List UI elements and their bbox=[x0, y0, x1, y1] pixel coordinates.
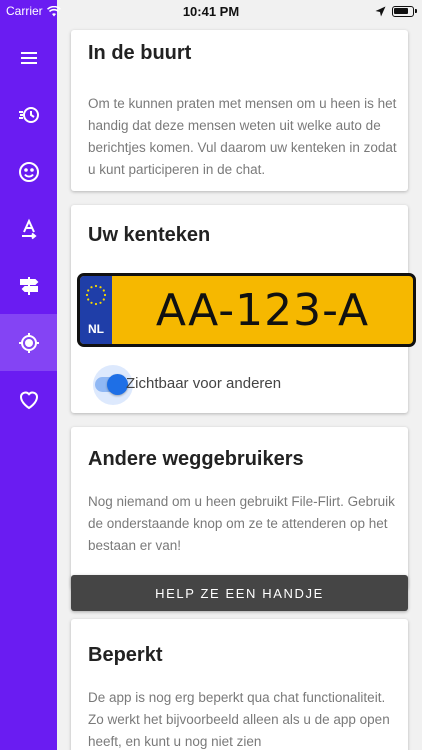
location-arrow-icon bbox=[375, 6, 386, 16]
sidebar bbox=[0, 0, 57, 750]
card-license-plate: Uw kenteken NL AA-123-A Zichtbaar voor a… bbox=[71, 205, 416, 413]
wifi-icon bbox=[46, 5, 61, 16]
sidebar-item-smiley[interactable] bbox=[0, 143, 57, 200]
main-content[interactable]: In de buurt Om te kunnen praten met mens… bbox=[57, 22, 422, 750]
status-right bbox=[375, 5, 417, 17]
card-nearby-title: In de buurt bbox=[88, 42, 192, 64]
status-time: 10:41 PM bbox=[182, 3, 240, 19]
location-target-icon bbox=[18, 332, 39, 353]
sidebar-item-location[interactable] bbox=[0, 314, 57, 371]
eu-stars-icon bbox=[85, 284, 107, 306]
card-others-title: Andere weggebruikers bbox=[88, 448, 304, 470]
card-nearby: In de buurt Om te kunnen praten met mens… bbox=[71, 30, 408, 191]
plate-eu-band: NL bbox=[80, 276, 112, 344]
card-plate-title: Uw kenteken bbox=[88, 224, 211, 246]
toggle-thumb bbox=[107, 374, 128, 395]
history-icon bbox=[18, 106, 39, 123]
card-other-road-users: Andere weggebruikers Nog niemand om u he… bbox=[71, 427, 408, 589]
visibility-toggle-label: Zichtbaar voor anderen bbox=[126, 375, 282, 392]
status-left: Carrier bbox=[6, 4, 61, 18]
card-limited-text: De app is nog erg beperkt qua chat funct… bbox=[88, 690, 390, 749]
heart-icon bbox=[19, 391, 38, 409]
plate-country-code: NL bbox=[88, 322, 104, 336]
carrier-label: Carrier bbox=[6, 4, 43, 18]
card-limited-title: Beperkt bbox=[88, 644, 163, 666]
battery-icon bbox=[392, 5, 417, 17]
text-direction-icon bbox=[21, 218, 37, 239]
sidebar-item-text-direction[interactable] bbox=[0, 200, 57, 257]
sidebar-item-favorites[interactable] bbox=[0, 371, 57, 428]
license-plate[interactable]: NL AA-123-A bbox=[77, 273, 416, 347]
sidebar-item-signpost[interactable] bbox=[0, 257, 57, 314]
menu-button[interactable] bbox=[0, 29, 57, 86]
card-limited: Beperkt De app is nog erg beperkt qua ch… bbox=[71, 619, 408, 750]
menu-icon bbox=[20, 51, 37, 64]
card-nearby-text: Om te kunnen praten met mensen om u heen… bbox=[88, 96, 397, 177]
smiley-icon bbox=[18, 161, 39, 182]
card-others-text: Nog niemand om u heen gebruikt File-Flir… bbox=[88, 494, 395, 553]
help-button[interactable]: HELP ZE EEN HANDJE bbox=[71, 575, 408, 611]
status-bar: Carrier 10:41 PM bbox=[0, 0, 422, 22]
plate-number-input[interactable]: AA-123-A bbox=[112, 276, 413, 344]
signpost-icon bbox=[19, 276, 38, 295]
sidebar-item-history[interactable] bbox=[0, 86, 57, 143]
